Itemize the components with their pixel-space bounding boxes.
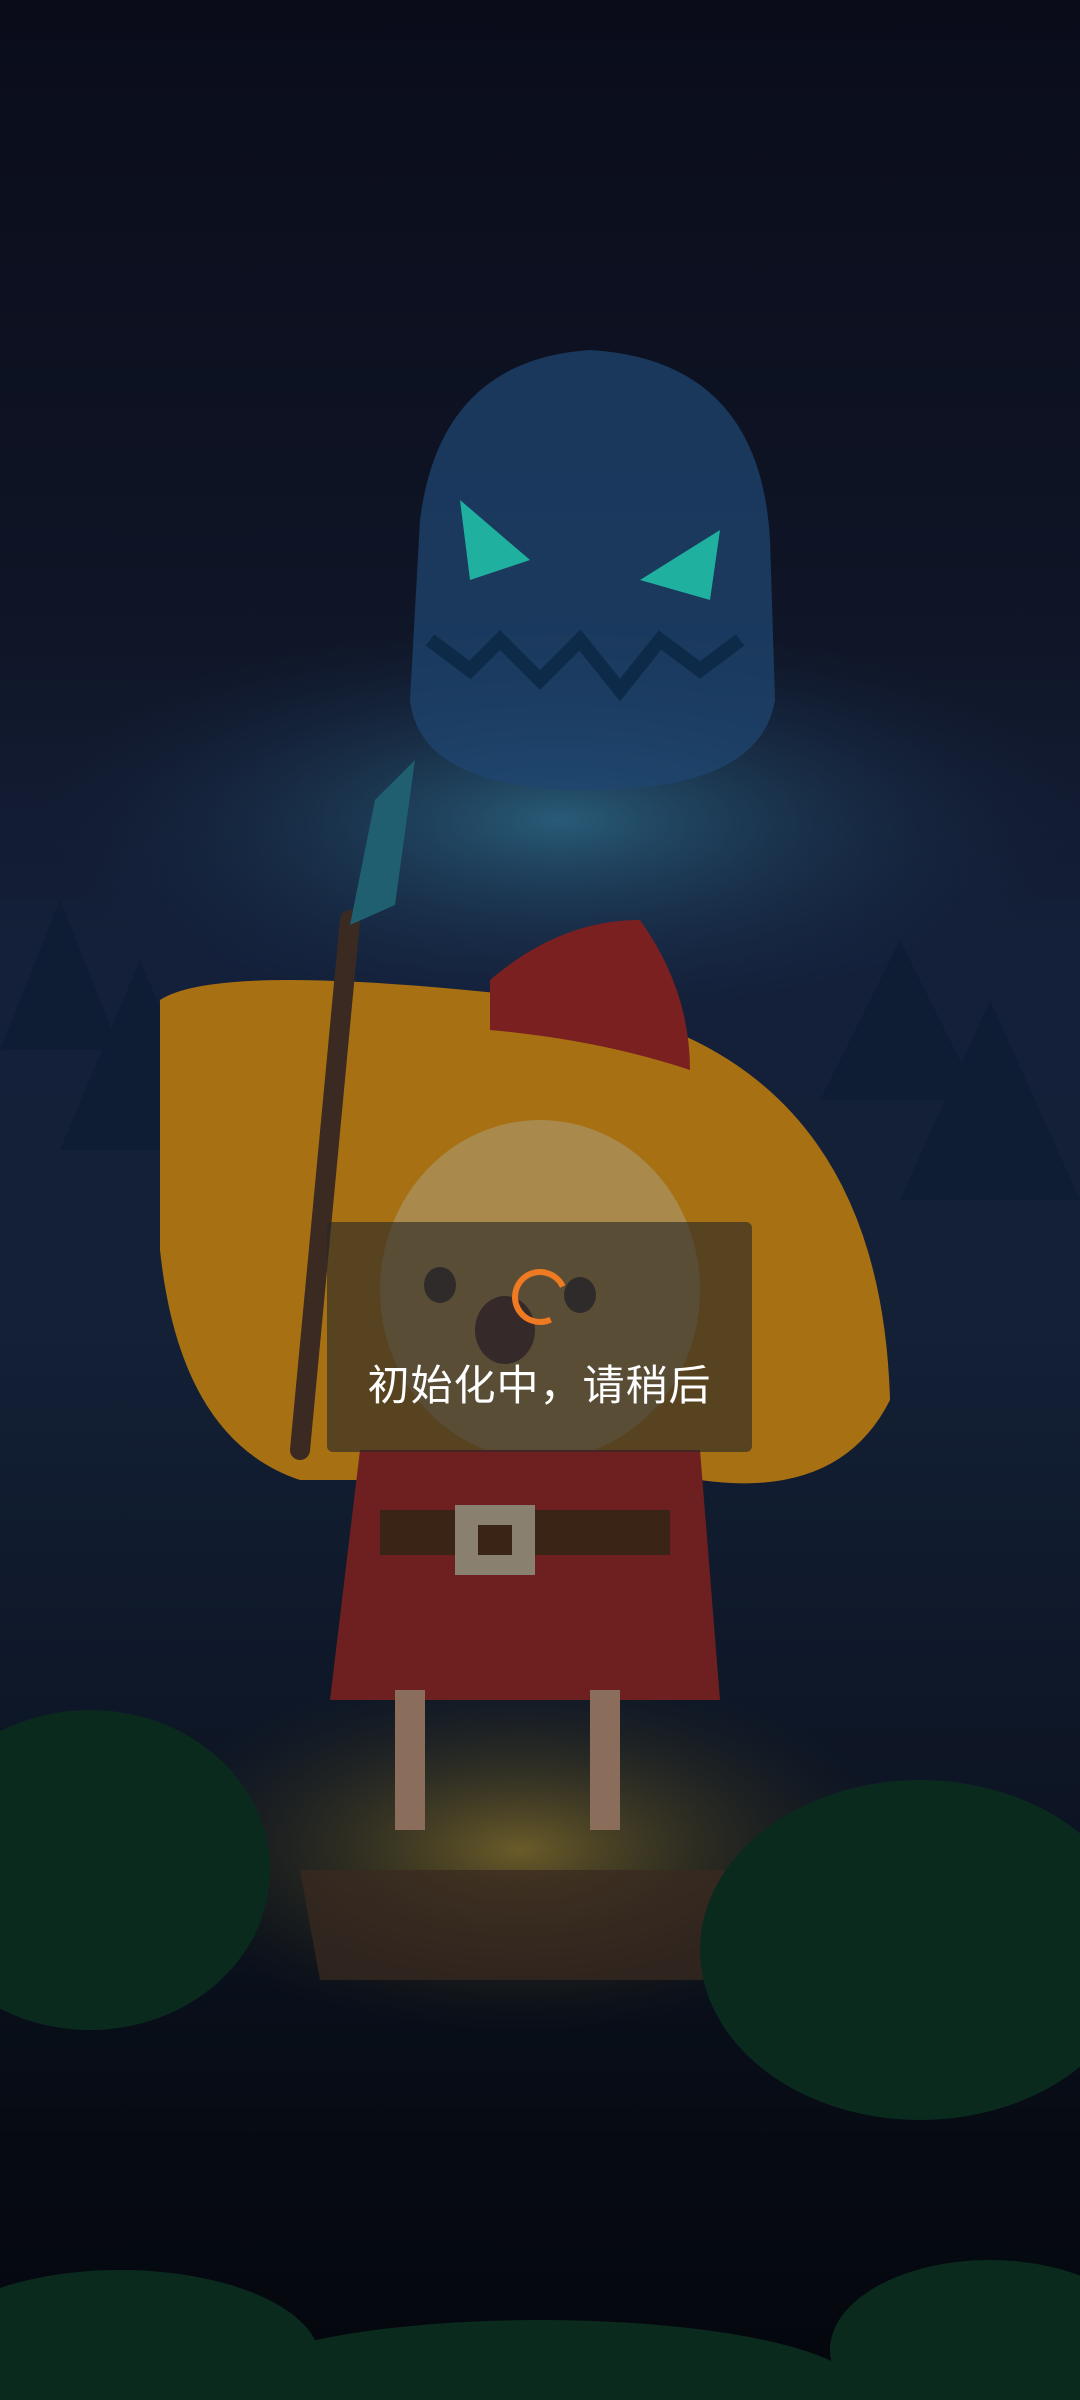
loading-toast: 初始化中，请稍后 xyxy=(327,1222,752,1452)
splash-screen: 初始化中，请稍后 xyxy=(0,0,1080,2400)
loading-message: 初始化中，请稍后 xyxy=(367,1361,712,1410)
rock-base xyxy=(300,1870,760,1980)
loading-spinner-icon xyxy=(504,1261,576,1333)
ghost-pumpkin-icon xyxy=(410,350,775,790)
background-illustration xyxy=(0,350,1080,2400)
